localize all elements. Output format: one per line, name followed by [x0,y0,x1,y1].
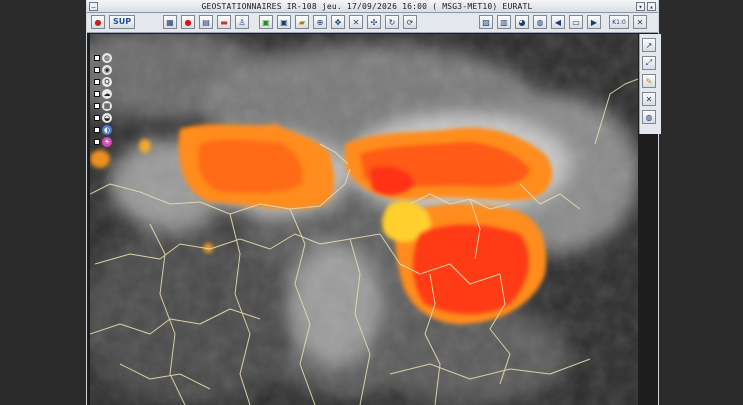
palette-icon: ▥ [500,17,508,27]
move-icon: ✥ [334,17,342,27]
calendar-icon: ▦ [166,17,174,27]
layer-checkbox[interactable] [94,102,100,109]
side-tool-2[interactable]: ⤢ [642,56,656,70]
panel-button[interactable]: ▧ [479,15,493,29]
side-tool-1[interactable]: ↗ [642,38,656,52]
minus-button[interactable]: ▬ [217,15,231,29]
window-title: GEOSTATIONNAIRES IR-108 jeu. 17/09/2026 … [201,1,533,11]
brush-icon: ✎ [645,76,653,86]
layer-checkbox[interactable] [94,126,100,133]
overlay-button[interactable]: ▣ [277,15,291,29]
layer-item[interactable]: ◍ [94,52,112,63]
layer-item[interactable]: ◒ [94,112,112,123]
layer-checkbox[interactable] [94,138,100,145]
person-button[interactable]: ♙ [235,15,249,29]
sun-icon: ☀ [102,136,112,147]
expand-icon: ⤢ [645,58,653,67]
maximize-icon[interactable]: ▴ [647,1,656,11]
weather-icon: ◒ [102,112,112,123]
window-controls: ▾ ▴ [636,1,656,11]
refresh-icon: ⟳ [406,17,414,27]
pan-button[interactable]: ✣ [367,15,381,29]
layer-checkbox[interactable] [94,90,100,97]
globe-icon: ◍ [645,112,653,122]
search-icon: Q [102,76,112,87]
open-button[interactable]: ▰ [295,15,309,29]
calendar-button[interactable]: ▦ [163,15,177,29]
side-tool-3[interactable]: ✎ [642,74,656,88]
layer-item[interactable]: ◉ [94,64,112,75]
layer-checkbox[interactable] [94,54,100,61]
satellite-map[interactable]: ◍ ◉ Q ☁ ▦ ◒ ◐ ☀ [90,34,638,405]
image-icon: ▣ [262,17,270,27]
fit-icon: ✕ [352,17,360,27]
record-icon: ● [184,17,192,27]
eye-icon: ◉ [102,64,112,75]
title-bar: – GEOSTATIONNAIRES IR-108 jeu. 17/09/202… [87,0,658,13]
layer-item[interactable]: ◐ [94,124,112,135]
layer-item[interactable]: ☀ [94,136,112,147]
pointer-icon: ↗ [645,40,653,50]
person-icon: ♙ [238,17,246,27]
folder-icon: ▰ [298,17,306,27]
layer-item[interactable]: Q [94,76,112,87]
stop-icon: ● [94,17,102,27]
globe-icon: ◐ [102,124,112,135]
close-icon: ✕ [645,94,653,104]
grid-button[interactable]: ▤ [199,15,213,29]
layer-list: ◍ ◉ Q ☁ ▦ ◒ ◐ ☀ [94,52,112,148]
info-icon: ◍ [536,17,544,27]
profile-icon: ◕ [518,17,526,27]
frame-icon: ▭ [572,17,580,27]
cloud-icon: ☁ [102,88,112,99]
side-tool-5[interactable]: ◍ [642,110,656,124]
window-menu[interactable]: – [89,1,98,11]
grid-icon: ▦ [102,100,112,111]
next-icon: ▶ [590,17,598,27]
overlay-icon: ▣ [280,17,288,27]
next-button[interactable]: ▶ [587,15,601,29]
fit-button[interactable]: ✕ [349,15,363,29]
layer-checkbox[interactable] [94,66,100,73]
prev-icon: ◀ [554,17,562,27]
prev-button[interactable]: ◀ [551,15,565,29]
stop-button[interactable]: ● [91,15,105,29]
contour-icon: ◍ [102,52,112,63]
panel-icon: ▧ [482,17,490,27]
pan-icon: ✣ [370,17,378,27]
zoom-in-icon: ⊕ [316,17,324,27]
layer-item[interactable]: ☁ [94,88,112,99]
rotate-icon: ↻ [388,17,396,27]
zoom-in-button[interactable]: ⊕ [313,15,327,29]
image-button[interactable]: ▣ [259,15,273,29]
sup-button[interactable]: SUP [109,15,136,29]
zoom-level-button[interactable]: K1:0 [609,15,629,29]
satellite-viewer-window: – GEOSTATIONNAIRES IR-108 jeu. 17/09/202… [86,0,661,405]
close-icon: ✕ [636,17,644,27]
refresh-button[interactable]: ⟳ [403,15,417,29]
palette-button[interactable]: ▥ [497,15,511,29]
minus-icon: ▬ [220,17,228,27]
satellite-image [90,34,638,405]
layer-checkbox[interactable] [94,78,100,85]
layer-checkbox[interactable] [94,114,100,121]
grid-icon: ▤ [202,17,210,27]
profile-button[interactable]: ◕ [515,15,529,29]
close-view-button[interactable]: ✕ [633,15,647,29]
layer-item[interactable]: ▦ [94,100,112,111]
frame-button[interactable]: ▭ [569,15,583,29]
minimize-icon[interactable]: ▾ [636,1,645,11]
move-button[interactable]: ✥ [331,15,345,29]
info-button[interactable]: ◍ [533,15,547,29]
record-button[interactable]: ● [181,15,195,29]
toolbar: ● SUP ▦ ● ▤ ▬ ♙ ▣ ▣ ▰ ⊕ ✥ ✕ ✣ ↻ ⟳ ▧ ▥ ◕ … [87,13,658,33]
rotate-button[interactable]: ↻ [385,15,399,29]
side-tool-4[interactable]: ✕ [642,92,656,106]
window-menu-icon[interactable]: – [89,1,98,11]
